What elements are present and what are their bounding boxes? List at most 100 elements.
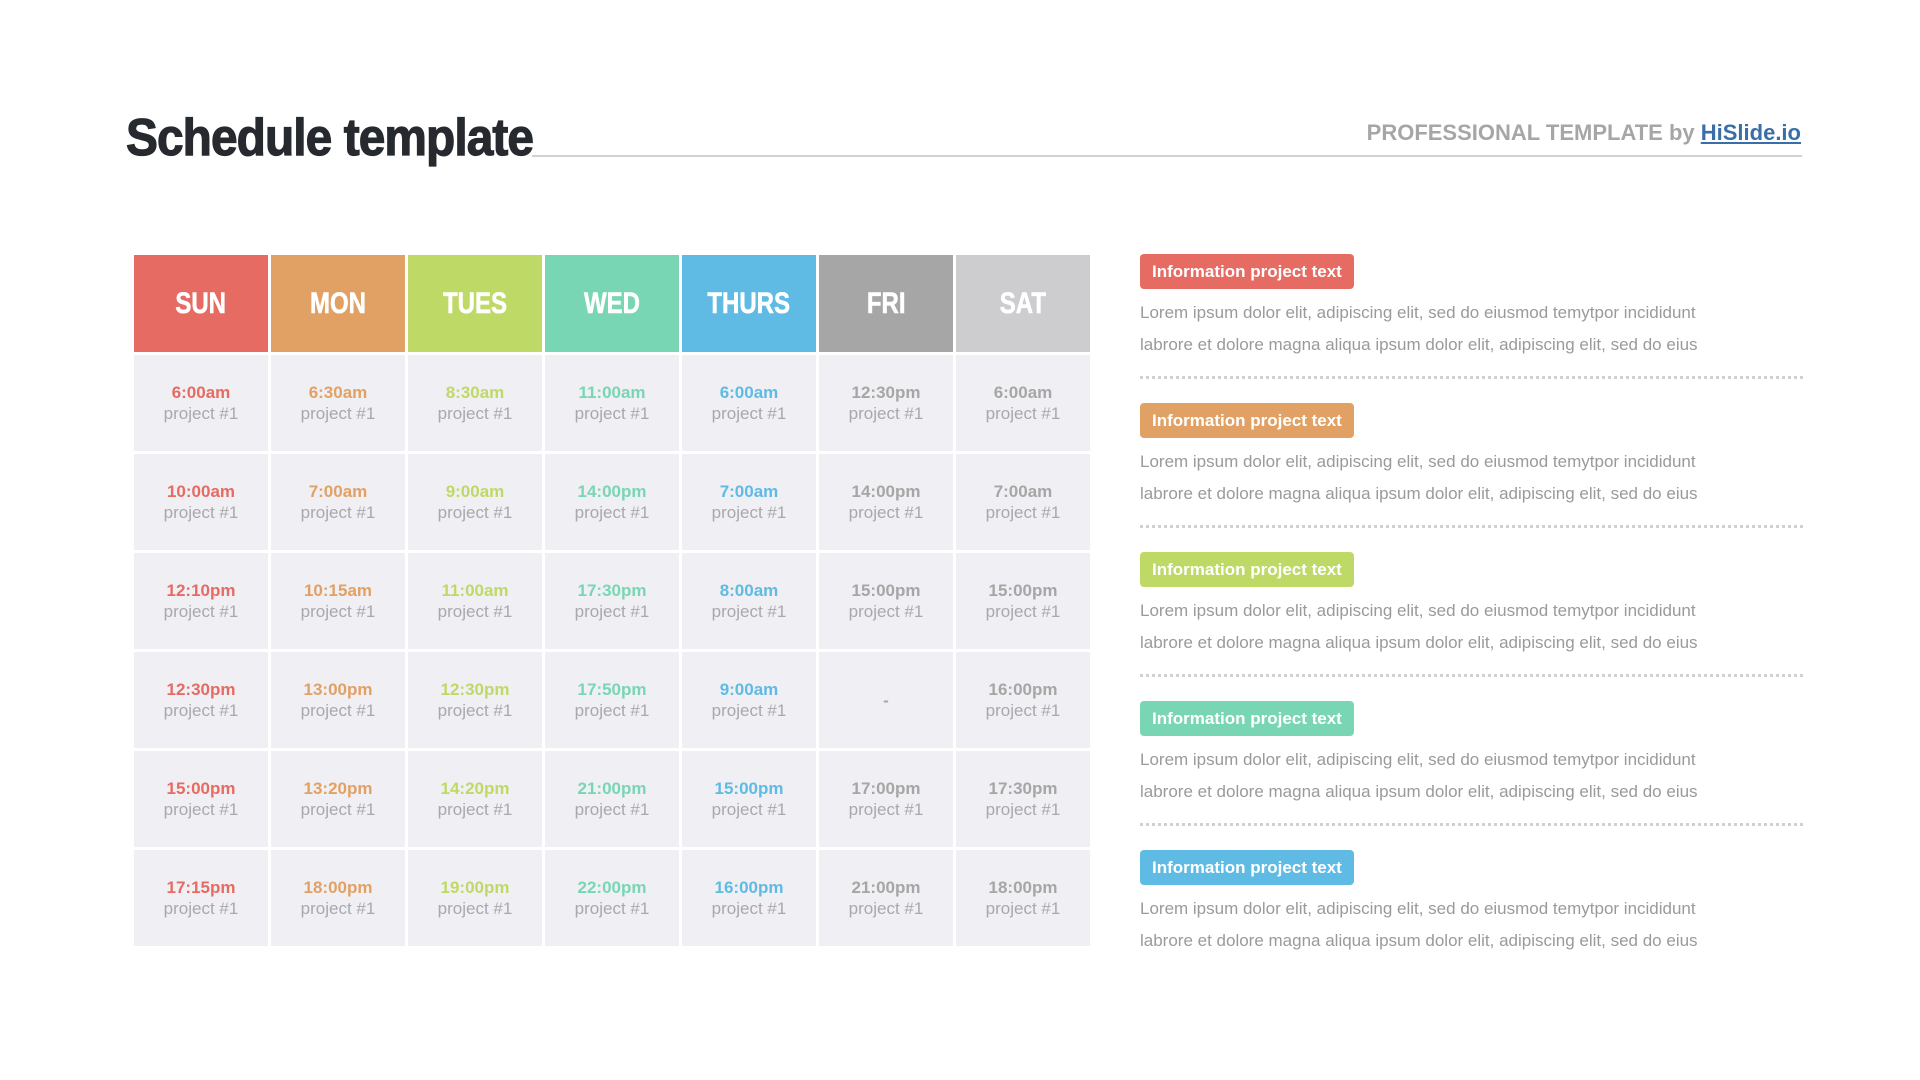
day-header-thurs: THURS [682,255,816,352]
schedule-cell[interactable]: 19:00pm project #1 [408,850,542,946]
slot-project: project #1 [574,404,650,423]
slot-project: project #1 [574,503,650,522]
slot-time: 19:00pm [440,878,510,897]
day-label: FRI [866,286,906,320]
day-label: TUES [442,286,507,320]
schedule-cell[interactable]: 12:30pm project #1 [134,652,268,748]
schedule-cell[interactable]: 11:00am project #1 [408,553,542,649]
schedule-cell[interactable]: 16:00pm project #1 [956,652,1090,748]
schedule-cell[interactable]: 14:20pm project #1 [408,751,542,847]
slot-project: project #1 [711,899,787,918]
slot-time: 7:00am [308,482,368,501]
schedule-cell[interactable]: 14:00pm project #1 [819,454,953,550]
schedule-cell[interactable]: 21:00pm project #1 [545,751,679,847]
slot-time: 6:00am [171,383,231,402]
schedule-cell[interactable]: 12:30pm project #1 [408,652,542,748]
slot-project: project #1 [848,404,924,423]
slot-time: 17:15pm [166,878,236,897]
slot-time: 14:00pm [577,482,647,501]
info-line: labrore et dolore magna aliqua ipsum dol… [1140,633,1698,652]
schedule-cell[interactable]: 14:00pm project #1 [545,454,679,550]
schedule-cell[interactable]: 21:00pm project #1 [819,850,953,946]
info-item: Information project text Lorem ipsum dolo… [1140,254,1803,403]
schedule-cell[interactable]: 15:00pm project #1 [134,751,268,847]
schedule-cell[interactable]: 17:30pm project #1 [956,751,1090,847]
schedule-cell[interactable]: 16:00pm project #1 [682,850,816,946]
schedule-cell[interactable]: 12:10pm project #1 [134,553,268,649]
brand-credit: PROFESSIONAL TEMPLATE by HiSlide.io [1367,120,1801,146]
schedule-cell[interactable]: 17:00pm project #1 [819,751,953,847]
schedule-table: SUN MON TUES WED THURS FRI SAT 6:00am project #1… [134,255,1090,946]
info-badge: Information project text [1140,254,1354,289]
schedule-cell[interactable]: 9:00am project #1 [682,652,816,748]
schedule-cell[interactable]: 17:50pm project #1 [545,652,679,748]
slot-project: project #1 [985,899,1061,918]
page-title: Schedule template [125,108,534,167]
slot-project: project #1 [985,800,1061,819]
slot-time: 6:00am [993,383,1053,402]
schedule-cell[interactable]: 17:15pm project #1 [134,850,268,946]
brand-prefix: PROFESSIONAL TEMPLATE by [1366,120,1701,145]
info-description: Lorem ipsum dolor elit, adipiscing elit,… [1140,595,1803,659]
schedule-cell[interactable]: 10:00am project #1 [134,454,268,550]
slot-project: project #1 [163,404,239,423]
slot-time: 11:00am [578,383,646,402]
dotted-divider [1140,823,1803,826]
schedule-cell[interactable]: 17:30pm project #1 [545,553,679,649]
slot-project: project #1 [163,602,239,621]
schedule-cell[interactable]: 15:00pm project #1 [819,553,953,649]
slot-time: 14:20pm [440,779,510,798]
slot-project: project #1 [711,602,787,621]
schedule-cell[interactable]: 13:00pm project #1 [271,652,405,748]
slot-time: 13:20pm [303,779,373,798]
info-description: Lorem ipsum dolor elit, adipiscing elit,… [1140,297,1803,361]
schedule-cell[interactable]: 15:00pm project #1 [956,553,1090,649]
info-line: labrore et dolore magna aliqua ipsum dol… [1140,931,1698,950]
slot-project: project #1 [848,899,924,918]
schedule-cell[interactable]: 6:00am project #1 [134,355,268,451]
slot-time: 17:50pm [577,680,647,699]
slot-project: project #1 [985,503,1061,522]
schedule-cell[interactable]: 7:00am project #1 [682,454,816,550]
schedule-cell[interactable]: 6:30am project #1 [271,355,405,451]
schedule-cell[interactable]: 18:00pm project #1 [956,850,1090,946]
slot-time: 9:00am [719,680,779,699]
slot-project: project #1 [711,701,787,720]
schedule-cell[interactable]: 13:20pm project #1 [271,751,405,847]
schedule-cell[interactable]: 6:00am project #1 [956,355,1090,451]
schedule-cell[interactable]: 10:15am project #1 [271,553,405,649]
day-header-sun: SUN [134,255,268,352]
schedule-cell[interactable]: 12:30pm project #1 [819,355,953,451]
day-header-wed: WED [545,255,679,352]
dotted-divider [1140,674,1803,677]
schedule-cell[interactable]: 7:00am project #1 [271,454,405,550]
slot-time: 22:00pm [577,878,647,897]
schedule-cell[interactable]: 8:30am project #1 [408,355,542,451]
slot-time: 10:15am [303,581,373,600]
slot-project: project #1 [848,602,924,621]
slot-project: project #1 [300,899,376,918]
schedule-cell[interactable]: 15:00pm project #1 [682,751,816,847]
empty-slot: - [883,690,889,710]
slot-project: project #1 [437,503,513,522]
schedule-cell[interactable]: 8:00am project #1 [682,553,816,649]
schedule-cell[interactable]: 11:00am project #1 [545,355,679,451]
slot-time: 17:00pm [851,779,921,798]
info-line: Lorem ipsum dolor elit, adipiscing elit,… [1140,303,1696,322]
slot-project: project #1 [437,404,513,423]
slot-project: project #1 [300,800,376,819]
slot-project: project #1 [163,899,239,918]
day-header-mon: MON [271,255,405,352]
brand-link[interactable]: HiSlide.io [1701,120,1801,145]
slot-project: project #1 [300,404,376,423]
schedule-cell[interactable]: 18:00pm project #1 [271,850,405,946]
schedule-cell[interactable]: 7:00am project #1 [956,454,1090,550]
info-badge: Information project text [1140,701,1354,736]
slot-project: project #1 [300,701,376,720]
schedule-cell[interactable]: 9:00am project #1 [408,454,542,550]
schedule-cell[interactable]: - [819,652,953,748]
slot-project: project #1 [163,503,239,522]
schedule-cell[interactable]: 22:00pm project #1 [545,850,679,946]
schedule-cell[interactable]: 6:00am project #1 [682,355,816,451]
slot-time: 21:00pm [851,878,921,897]
